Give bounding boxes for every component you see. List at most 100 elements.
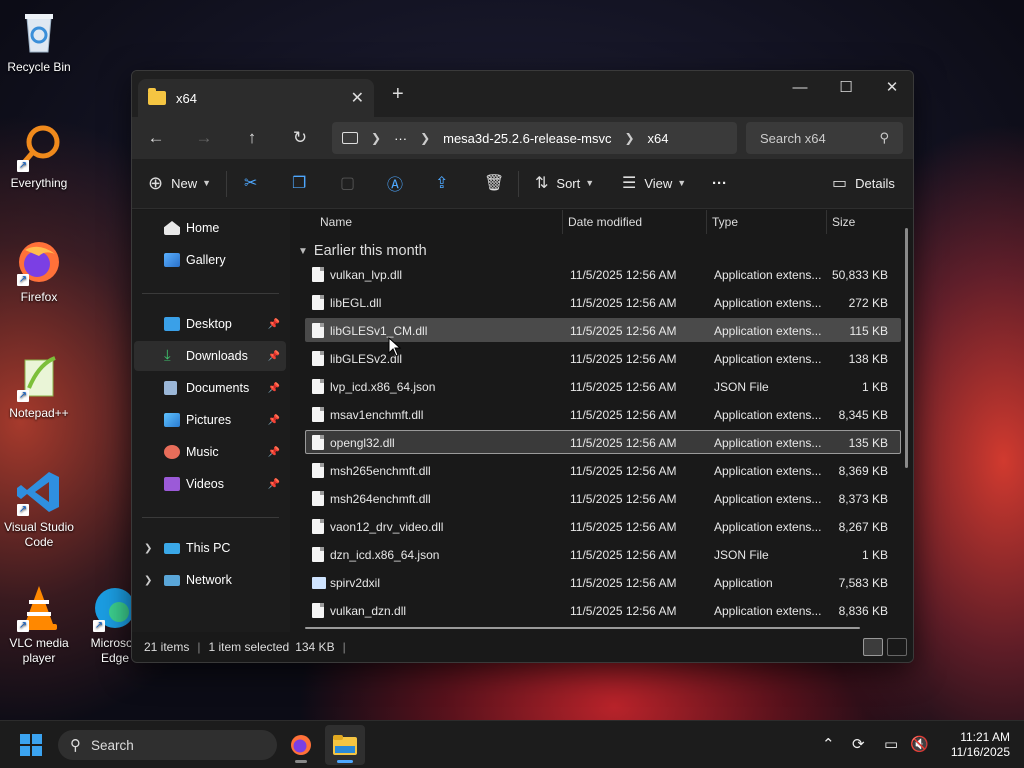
search-icon: ⚲ [70, 737, 81, 754]
sidebar-item-videos[interactable]: Videos 📌 [134, 469, 286, 499]
pin-icon[interactable]: 📌 [268, 415, 280, 426]
file-type: JSON File [714, 548, 769, 562]
pin-icon[interactable]: 📌 [268, 383, 280, 394]
more-options-button[interactable]: ··· [712, 169, 727, 197]
sidebar-item-desktop[interactable]: Desktop 📌 [134, 309, 286, 339]
desktop-icon-firefox[interactable]: ↗ Firefox [0, 238, 78, 305]
file-name: opengl32.dll [330, 436, 395, 450]
close-window-button[interactable]: ✕ [869, 71, 913, 103]
volume-muted-icon[interactable]: 🔇 [910, 735, 929, 753]
sidebar-item-pictures[interactable]: Pictures 📌 [134, 405, 286, 435]
taskbar-file-explorer[interactable] [325, 725, 365, 765]
sidebar-item-this-pc[interactable]: ❯ This PC [134, 533, 286, 563]
column-header-type[interactable]: Type [712, 215, 738, 229]
chevron-right-icon[interactable]: ❯ [624, 131, 634, 145]
sidebar-item-music[interactable]: Music 📌 [134, 437, 286, 467]
up-button[interactable]: ↑ [228, 122, 276, 154]
breadcrumb-overflow[interactable]: ··· [394, 131, 407, 146]
plus-circle-icon: ⊕ [148, 172, 164, 193]
pin-icon[interactable]: 📌 [268, 351, 280, 362]
delete-button[interactable]: 🗑 [484, 169, 504, 197]
tab-x64[interactable]: x64 ✕ [138, 79, 374, 117]
table-row[interactable]: msh264enchmft.dll 11/5/2025 12:56 AM Appli… [305, 486, 901, 510]
group-header[interactable]: ▼ Earlier this month [298, 243, 427, 259]
cut-button[interactable]: ✂ [244, 169, 257, 197]
sidebar-item-label: Downloads [186, 349, 248, 363]
table-row[interactable]: vaon12_drv_video.dll 11/5/2025 12:56 AM Ap… [305, 514, 901, 538]
table-row[interactable]: spirv2dxil 11/5/2025 12:56 AM Application 7… [305, 570, 901, 594]
chevron-right-icon[interactable]: ❯ [144, 575, 152, 586]
computer-icon [164, 542, 180, 554]
breadcrumb-item-x64[interactable]: x64 [648, 131, 669, 146]
column-header-name[interactable]: Name [320, 215, 352, 229]
pin-icon[interactable]: 📌 [268, 447, 280, 458]
paste-button[interactable]: ▢ [340, 169, 355, 197]
taskbar-search[interactable]: ⚲ Search [58, 730, 277, 760]
chevron-right-icon[interactable]: ❯ [371, 131, 381, 145]
breadcrumb-item-mesa3d[interactable]: mesa3d-25.2.6-release-msvc [443, 131, 611, 146]
minimize-button[interactable]: — [777, 71, 823, 103]
sidebar-item-downloads[interactable]: ⤓ Downloads 📌 [134, 341, 286, 371]
table-row[interactable]: libEGL.dll 11/5/2025 12:56 AM Application … [305, 290, 901, 314]
search-input[interactable]: Search x64 ⚲ [746, 122, 903, 154]
copy-button[interactable]: ❐ [292, 169, 306, 197]
file-size: 138 KB [848, 352, 888, 366]
selection-count: 1 item selected [208, 640, 290, 654]
start-button[interactable] [20, 734, 42, 756]
desktop-icon-everything[interactable]: ↗ Everything [0, 124, 78, 191]
sync-icon[interactable]: ⟳ [852, 735, 865, 753]
table-row[interactable]: opengl32.dll 11/5/2025 12:56 AM Applicatio… [305, 430, 901, 454]
table-row[interactable]: dzn_icd.x86_64.json 11/5/2025 12:56 AM JSO… [305, 542, 901, 566]
new-tab-button[interactable]: + [392, 83, 404, 106]
column-header-size[interactable]: Size [832, 215, 855, 229]
file-date: 11/5/2025 12:56 AM [570, 604, 677, 618]
system-clock[interactable]: 11:21 AM 11/16/2025 [938, 730, 1010, 760]
table-row[interactable]: vulkan_dzn.dll 11/5/2025 12:56 AM Applicat… [305, 598, 901, 622]
shortcut-arrow-icon: ↗ [17, 504, 29, 516]
horizontal-scrollbar[interactable] [305, 627, 860, 629]
table-row[interactable]: lvp_icd.x86_64.json 11/5/2025 12:56 AM JSO… [305, 374, 901, 398]
desktop-icon-vscode[interactable]: ↗ Visual Studio Code [0, 468, 78, 550]
maximize-button[interactable]: ☐ [823, 71, 869, 103]
chevron-right-icon[interactable]: ❯ [420, 131, 430, 145]
pin-icon[interactable]: 📌 [268, 319, 280, 330]
dll-file-icon [312, 295, 324, 310]
sort-button[interactable]: ⇅ Sort ▼ [535, 169, 594, 197]
desktop-icon-notepad-plus-plus[interactable]: ↗ Notepad++ [0, 354, 78, 421]
table-row[interactable]: vulkan_lvp.dll 11/5/2025 12:56 AM Applicat… [305, 262, 901, 286]
share-button[interactable]: ⇪ [435, 169, 448, 197]
desktop-icon-recycle-bin[interactable]: Recycle Bin [0, 8, 78, 75]
taskbar-firefox[interactable] [281, 725, 321, 765]
firefox-icon [291, 735, 311, 755]
sidebar-item-documents[interactable]: Documents 📌 [134, 373, 286, 403]
sidebar-item-label: Pictures [186, 413, 232, 427]
tiles-view-button[interactable] [887, 638, 907, 656]
new-button[interactable]: ⊕ New ▼ [148, 169, 211, 197]
rename-button[interactable]: Ⓐ [387, 169, 403, 197]
close-tab-icon[interactable]: ✕ [351, 88, 364, 108]
clock-date: 11/16/2025 [950, 745, 1010, 759]
file-type: Application extens... [714, 436, 822, 450]
vertical-scrollbar[interactable] [905, 228, 908, 468]
show-hidden-icons-button[interactable]: ⌃ [822, 735, 835, 753]
this-pc-icon[interactable] [342, 132, 358, 144]
dll-file-icon [312, 519, 324, 534]
details-view-button[interactable] [863, 638, 883, 656]
column-header-date[interactable]: Date modified [568, 215, 642, 229]
back-button[interactable]: ← [132, 122, 180, 154]
chevron-right-icon[interactable]: ❯ [144, 543, 152, 554]
view-button[interactable]: ☰ View ▼ [622, 169, 686, 197]
sidebar-item-network[interactable]: ❯ Network [134, 565, 286, 595]
sidebar-item-home[interactable]: Home [134, 213, 286, 243]
forward-button[interactable]: → [180, 122, 228, 154]
details-pane-button[interactable]: ▭ Details [832, 169, 895, 197]
table-row[interactable]: msav1enchmft.dll 11/5/2025 12:56 AM Applic… [305, 402, 901, 426]
group-title: Earlier this month [313, 243, 427, 259]
pin-icon[interactable]: 📌 [268, 479, 280, 490]
sidebar-item-gallery[interactable]: Gallery [134, 245, 286, 275]
refresh-button[interactable]: ↻ [276, 122, 324, 154]
table-row[interactable]: msh265enchmft.dll 11/5/2025 12:56 AM Appli… [305, 458, 901, 482]
breadcrumb[interactable]: ❯ ··· ❯ mesa3d-25.2.6-release-msvc ❯ x64 [332, 122, 737, 154]
display-icon[interactable]: ▭ [884, 735, 898, 753]
desktop-icon-vlc[interactable]: ↗ VLC media player [0, 584, 78, 666]
